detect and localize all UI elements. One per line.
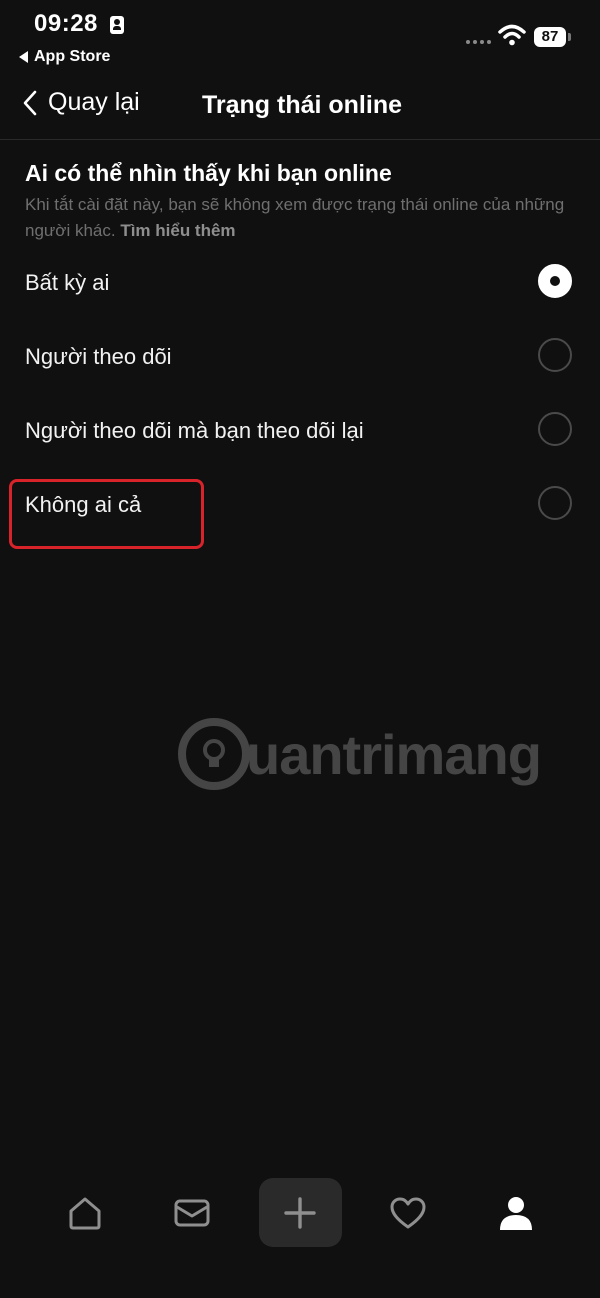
back-to-app-link[interactable]: App Store	[19, 48, 110, 66]
option-label: Bất kỳ ai	[25, 270, 110, 295]
watermark-text: uantrimang	[246, 722, 542, 786]
cellular-signal-icon	[466, 40, 491, 44]
tab-home[interactable]	[55, 1178, 115, 1248]
plus-icon	[284, 1197, 316, 1229]
battery-tip	[568, 33, 571, 41]
option-anyone[interactable]: Bất kỳ ai	[0, 246, 600, 320]
contact-card-icon	[110, 16, 124, 34]
tab-add[interactable]	[270, 1178, 330, 1248]
highlight-annotation-box	[9, 479, 204, 549]
home-icon	[69, 1197, 101, 1230]
option-followers[interactable]: Người theo dõi	[0, 320, 600, 394]
tab-activity[interactable]	[378, 1178, 438, 1248]
profile-icon	[500, 1197, 532, 1230]
tab-messages[interactable]	[162, 1178, 222, 1248]
learn-more-link[interactable]: Tìm hiểu thêm	[120, 221, 235, 240]
section-description: Khi tắt cài đặt này, bạn sẽ không xem đư…	[25, 192, 585, 244]
nav-divider	[0, 139, 600, 140]
option-mutual-followers[interactable]: Người theo dõi mà bạn theo dõi lại	[0, 394, 600, 468]
status-time: 09:28	[34, 10, 98, 37]
mail-icon	[174, 1199, 210, 1227]
heart-icon	[390, 1197, 426, 1229]
tab-profile[interactable]	[486, 1178, 546, 1248]
option-label: Người theo dõi	[25, 344, 172, 369]
bottom-tab-bar	[0, 1178, 600, 1248]
radio-unselected-icon[interactable]	[538, 338, 572, 372]
page-title: Trạng thái online	[201, 91, 402, 119]
wifi-icon	[498, 24, 526, 51]
lightbulb-logo-icon	[178, 718, 250, 790]
radio-selected-icon[interactable]	[538, 264, 572, 298]
watermark: uantrimang	[178, 718, 542, 790]
battery-indicator: 87	[534, 27, 566, 47]
radio-unselected-icon[interactable]	[538, 412, 572, 446]
section-title: Ai có thể nhìn thấy khi bạn online	[25, 160, 392, 186]
option-label: Người theo dõi mà bạn theo dõi lại	[25, 418, 364, 443]
back-triangle-icon	[19, 51, 28, 63]
radio-unselected-icon[interactable]	[538, 486, 572, 520]
section-description-text: Khi tắt cài đặt này, bạn sẽ không xem đư…	[25, 195, 565, 240]
back-app-label: App Store	[34, 48, 111, 65]
page-title-wrap: Trạng thái online	[0, 91, 600, 120]
